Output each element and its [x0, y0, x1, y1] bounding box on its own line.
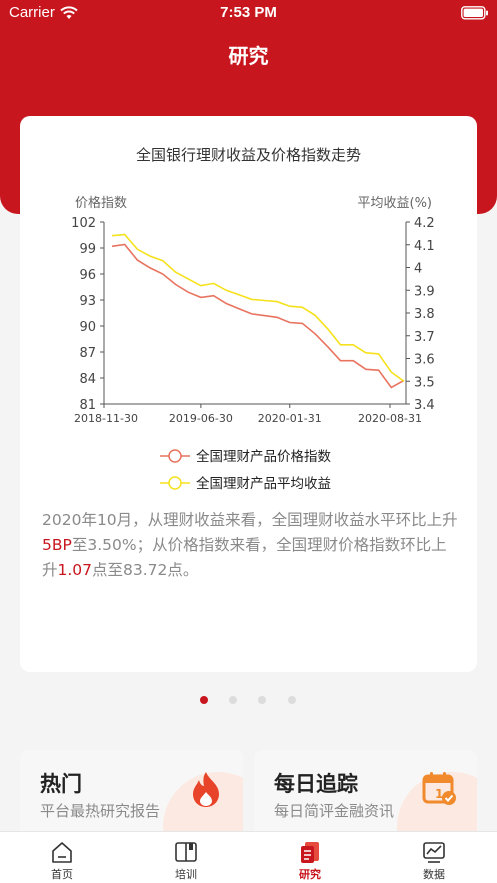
summary-text: 2020年10月，从理财收益来看，全国理财收益水平环比上升5BP至3.50%；从… — [42, 508, 462, 583]
y-left-tick-label: 102 — [71, 216, 96, 231]
series-line — [111, 243, 405, 389]
y-right-axis-label: 平均收益(%) — [358, 196, 433, 211]
x-tick-label: 2020-01-31 — [258, 412, 322, 425]
y-left-tick-label: 87 — [79, 346, 96, 361]
battery-icon — [461, 5, 489, 24]
chart-title: 全国银行理财收益及价格指数走势 — [135, 146, 361, 164]
x-tick-label: 2019-06-30 — [169, 412, 233, 425]
summary-points-value: 1.07 — [57, 561, 93, 579]
tab-label: 研究 — [299, 868, 321, 881]
legend-label: 全国理财产品平均收益 — [196, 475, 331, 492]
book-icon — [174, 840, 198, 864]
y-right-tick-label: 3.4 — [414, 398, 435, 413]
tab-training[interactable]: 培训 — [124, 832, 248, 883]
flame-icon — [189, 770, 223, 812]
y-right-tick-label: 4 — [414, 262, 422, 277]
y-right-tick-label: 4.1 — [414, 239, 435, 254]
calendar-check-icon: 1 — [421, 770, 457, 810]
daily-tracking-tile[interactable]: 每日追踪 每日简评金融资讯 1 — [254, 750, 477, 840]
y-right-tick-label: 3.6 — [414, 353, 435, 368]
tab-home[interactable]: 首页 — [0, 832, 124, 883]
y-left-axis-label: 价格指数 — [75, 195, 127, 211]
y-left-tick-label: 81 — [79, 398, 96, 413]
y-left-tick-label: 93 — [79, 294, 96, 309]
page-dot-3[interactable] — [258, 696, 266, 704]
status-bar: Carrier 7:53 PM — [0, 0, 497, 26]
home-icon — [50, 840, 74, 864]
tile-subtitle: 每日简评金融资讯 — [274, 802, 395, 820]
page-indicator — [0, 696, 497, 706]
page-dot-1[interactable] — [200, 696, 208, 704]
tab-label: 首页 — [51, 868, 73, 881]
page-dot-4[interactable] — [288, 696, 296, 704]
y-right-tick-label: 3.8 — [414, 307, 435, 322]
tab-research[interactable]: 研究 — [248, 832, 372, 883]
y-left-tick-label: 99 — [79, 242, 96, 257]
chart-icon — [422, 840, 446, 864]
series-line — [111, 233, 405, 382]
clock: 7:53 PM — [220, 4, 277, 21]
legend-marker — [168, 476, 182, 490]
summary-bp-value: 5BP — [42, 536, 72, 554]
tab-label: 培训 — [175, 868, 197, 881]
y-left-tick-label: 84 — [79, 372, 96, 387]
y-right-tick-label: 3.9 — [414, 284, 435, 299]
y-right-tick-label: 3.5 — [414, 375, 435, 390]
y-right-tick-label: 3.7 — [414, 330, 435, 345]
tab-bar: 首页 培训 研究 数据 — [0, 831, 497, 883]
y-right-tick-label: 4.2 — [414, 216, 435, 231]
x-tick-label: 2018-11-30 — [74, 412, 138, 425]
summary-part3: 点至83.72点。 — [92, 561, 199, 579]
legend-marker — [168, 449, 182, 463]
tile-subtitle: 平台最热研究报告 — [40, 802, 161, 820]
hot-reports-tile[interactable]: 热门 平台最热研究报告 — [20, 750, 243, 840]
line-chart: 价格指数 平均收益(%) 102 99 96 93 90 87 84 81 4.2 4.1 4 3.9… — [71, 195, 435, 492]
y-left-tick-label: 96 — [79, 268, 96, 283]
tab-data[interactable]: 数据 — [372, 832, 496, 883]
page-dot-2[interactable] — [229, 696, 237, 704]
page-title: 研究 — [228, 44, 269, 68]
chart-card[interactable]: 全国银行理财收益及价格指数走势 价格指数 平均收益(%) 102 99 96 93 90… — [20, 116, 477, 672]
y-left-tick-label: 90 — [79, 320, 96, 335]
legend-label: 全国理财产品价格指数 — [196, 448, 331, 465]
summary-part1: 2020年10月，从理财收益来看，全国理财收益水平环比上升 — [42, 511, 458, 529]
tab-label: 数据 — [423, 868, 445, 881]
tile-title: 每日追踪 — [274, 772, 358, 796]
x-tick-label: 2020-08-31 — [358, 412, 422, 425]
tile-title: 热门 — [40, 772, 82, 796]
research-icon — [298, 840, 322, 864]
